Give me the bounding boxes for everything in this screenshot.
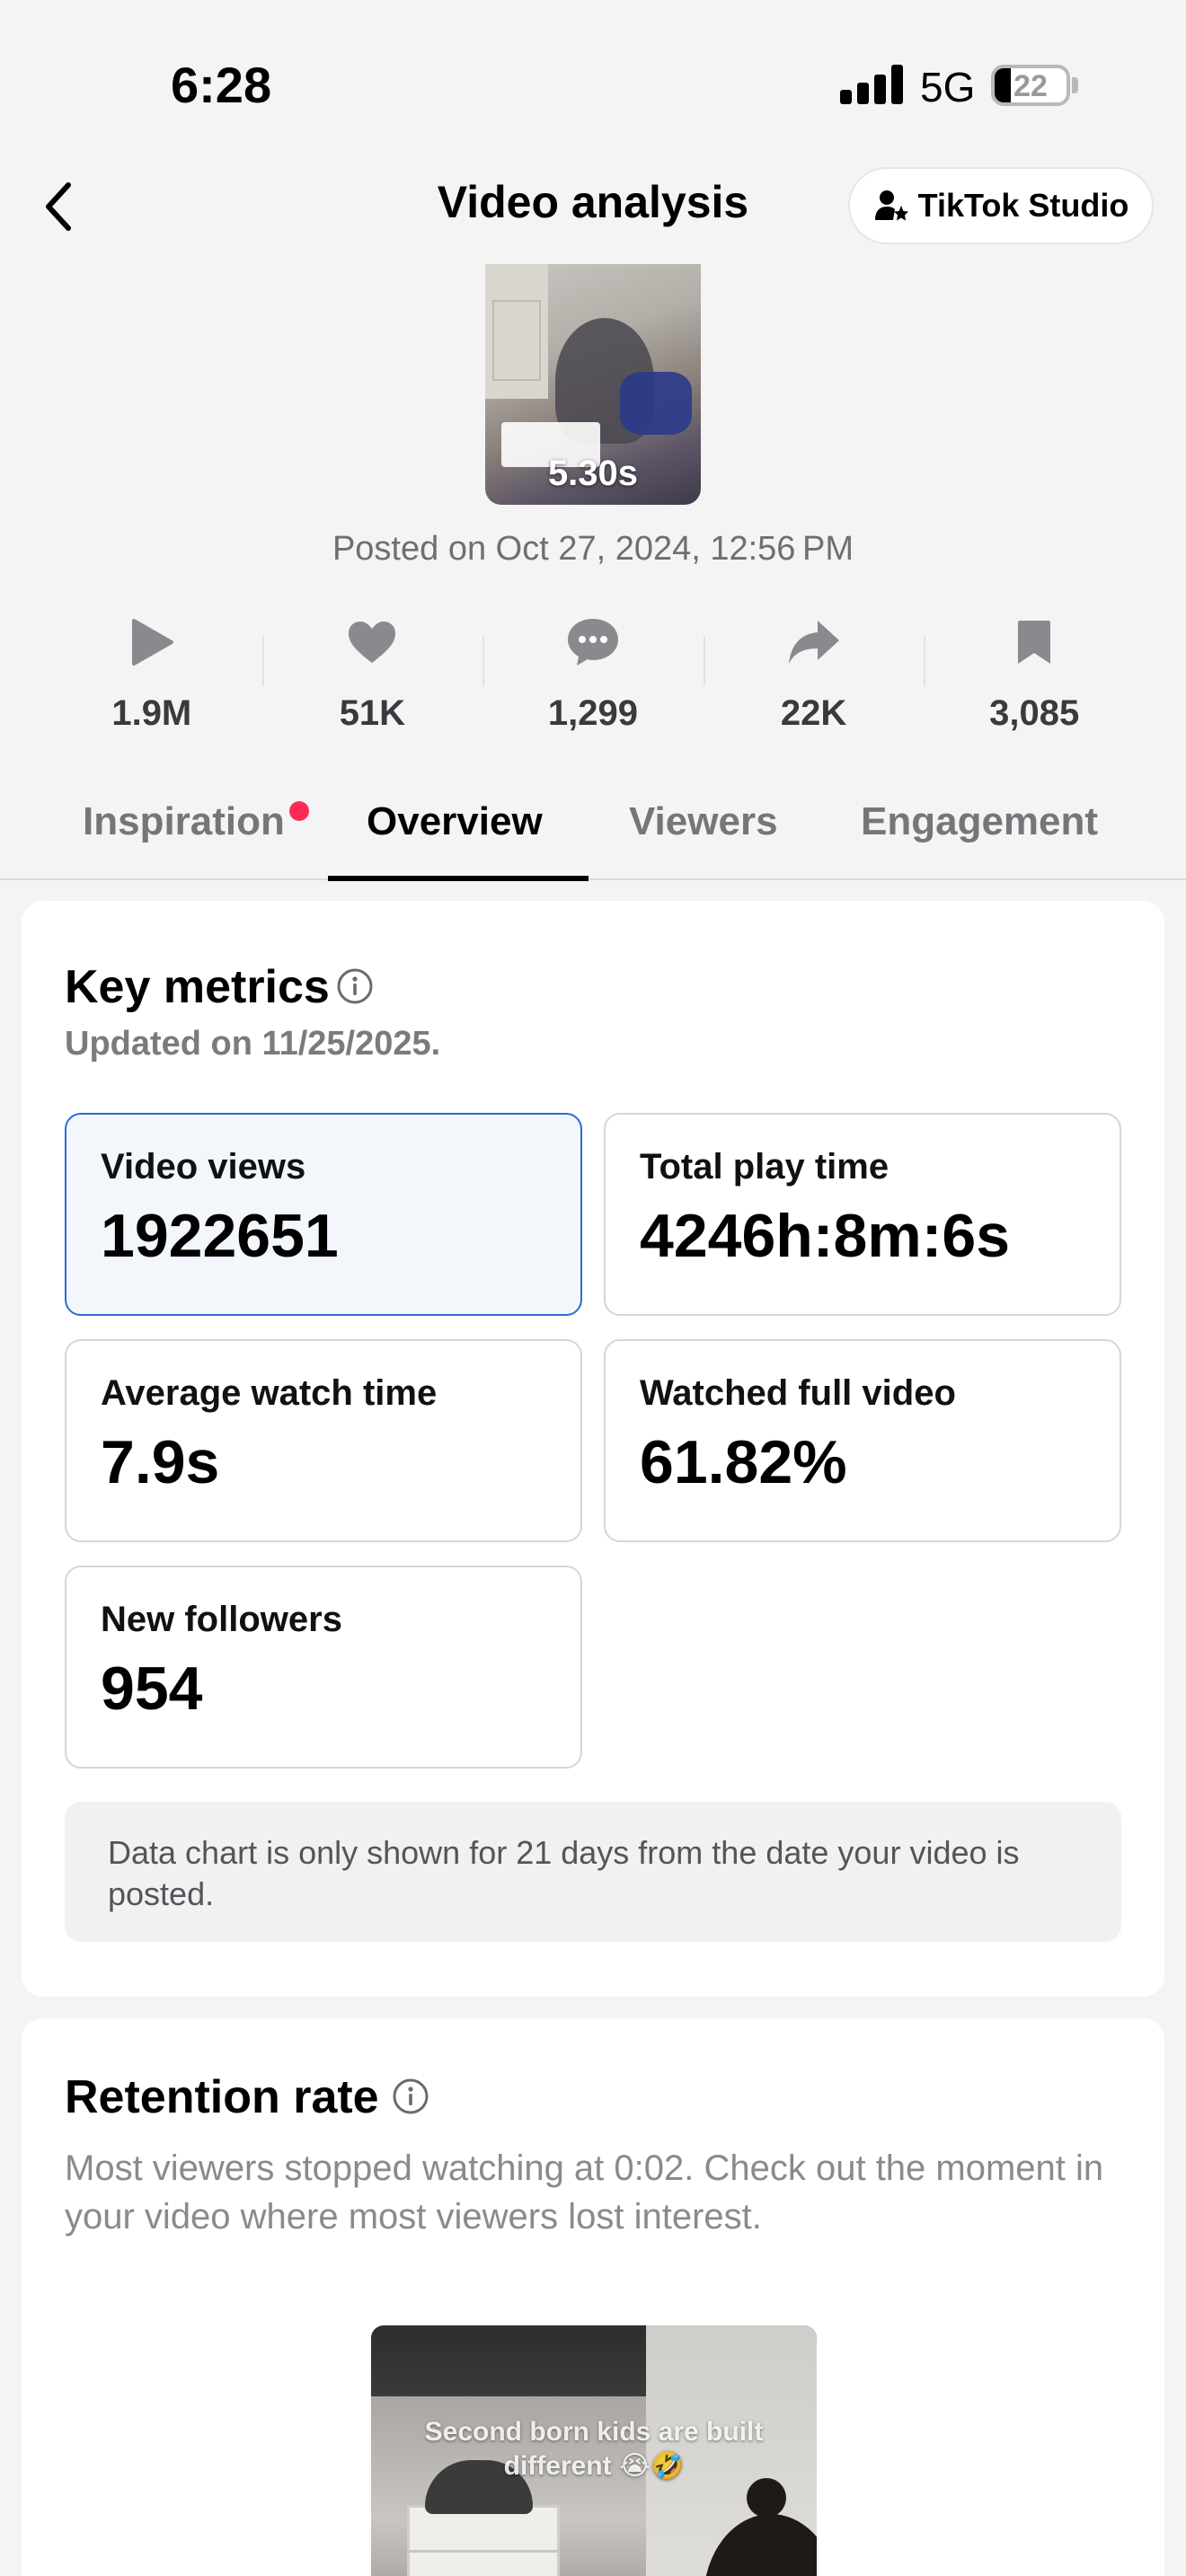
info-icon[interactable] xyxy=(392,2078,429,2115)
updated-date: Updated on 11/25/2025. xyxy=(65,1025,441,1063)
tab-viewers[interactable]: Viewers xyxy=(629,799,778,878)
bookmark-icon xyxy=(1018,621,1051,664)
network-type: 5G xyxy=(920,64,976,110)
info-icon[interactable] xyxy=(336,967,374,1005)
tab-inspiration[interactable]: Inspiration xyxy=(83,799,285,878)
metric-label: Average watch time xyxy=(101,1373,438,1413)
engagement-stats: 1.9M 51K 1,299 22K 3,085 xyxy=(41,611,1145,745)
retention-rate-card: Retention rate Most viewers stopped watc… xyxy=(22,2018,1164,2576)
stat-comments: 1,299 xyxy=(482,611,704,745)
tiktok-studio-label: TikTok Studio xyxy=(917,187,1129,224)
stat-value: 1.9M xyxy=(111,693,192,733)
status-bar: 6:28 5G 22 xyxy=(0,0,1186,162)
status-time: 6:28 xyxy=(171,57,272,113)
key-metrics-title: Key metrics xyxy=(65,961,330,1013)
heart-icon xyxy=(349,622,396,663)
metric-average-watch-time[interactable]: Average watch time 7.9s xyxy=(65,1339,582,1542)
stat-likes: 51K xyxy=(261,611,483,745)
stat-favorites: 3,085 xyxy=(924,611,1145,745)
data-chart-note: Data chart is only shown for 21 days fro… xyxy=(65,1802,1121,1942)
battery-level: 22 xyxy=(1013,69,1048,103)
creator-star-icon xyxy=(874,190,908,221)
video-duration: 5.30s xyxy=(547,454,639,493)
comment-icon xyxy=(567,619,618,666)
metric-value: 1922651 xyxy=(101,1202,339,1270)
tab-bar: Inspiration Overview Viewers Engagement xyxy=(0,790,1186,881)
tab-engagement[interactable]: Engagement xyxy=(861,799,1098,878)
battery-icon: 22 xyxy=(991,65,1070,106)
active-tab-indicator xyxy=(328,876,589,881)
play-icon xyxy=(131,619,173,666)
video-thumbnail[interactable]: 5.30s xyxy=(485,264,701,505)
metric-new-followers[interactable]: New followers 954 xyxy=(65,1566,582,1769)
retention-description: Most viewers stopped watching at 0:02. C… xyxy=(65,2148,1104,2236)
metric-value: 7.9s xyxy=(101,1428,220,1496)
metric-value: 4246h:8m:6s xyxy=(640,1202,1011,1270)
retention-video-preview[interactable]: Second born kids are built different 😭🤣 xyxy=(371,2325,817,2576)
metric-label: New followers xyxy=(101,1600,342,1639)
signal-icon xyxy=(840,65,903,104)
stat-shares: 22K xyxy=(703,611,925,745)
stat-value: 1,299 xyxy=(547,693,639,733)
metric-label: Total play time xyxy=(640,1147,890,1187)
posted-date: Posted on Oct 27, 2024, 12:56 PM xyxy=(332,530,854,568)
stat-value: 3,085 xyxy=(989,693,1080,733)
metric-value: 954 xyxy=(101,1654,203,1723)
metric-value: 61.82% xyxy=(640,1428,847,1496)
tab-overview[interactable]: Overview xyxy=(367,799,543,878)
metric-total-play-time[interactable]: Total play time 4246h:8m:6s xyxy=(604,1113,1121,1316)
stat-value: 22K xyxy=(780,693,847,733)
back-button[interactable] xyxy=(32,171,86,243)
notification-dot xyxy=(289,801,309,821)
retention-title: Retention rate xyxy=(65,2071,379,2123)
key-metrics-card: Key metrics Updated on 11/25/2025. Video… xyxy=(22,901,1164,1997)
metric-label: Watched full video xyxy=(640,1373,956,1413)
chevron-left-icon xyxy=(46,182,71,231)
metric-video-views[interactable]: Video views 1922651 xyxy=(65,1113,582,1316)
metric-watched-full-video[interactable]: Watched full video 61.82% xyxy=(604,1339,1121,1542)
battery-cap xyxy=(1072,77,1078,93)
tiktok-studio-button[interactable]: TikTok Studio xyxy=(848,167,1154,244)
stat-views: 1.9M xyxy=(41,611,262,745)
metric-label: Video views xyxy=(101,1147,306,1187)
video-caption: Second born kids are built different 😭🤣 xyxy=(424,2417,764,2481)
share-icon xyxy=(788,621,839,664)
stat-value: 51K xyxy=(339,693,406,733)
